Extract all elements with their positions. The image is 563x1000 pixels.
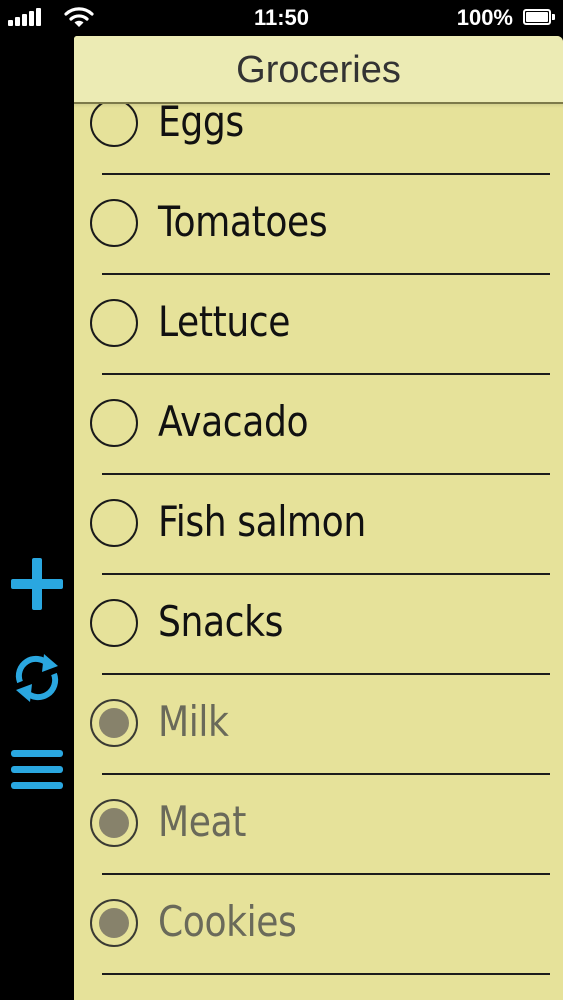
checked-circle-icon[interactable] <box>90 699 138 747</box>
item-label: Fish salmon <box>158 497 366 546</box>
unchecked-circle-icon[interactable] <box>90 599 138 647</box>
item-label: Milk <box>158 697 229 746</box>
item-list: Eggs Tomatoes Lettuce Avacado Fish salmon Sna… <box>74 74 563 975</box>
menu-button[interactable] <box>8 740 66 800</box>
app-screen: 11:50 100% Eggs Tomatoes Lettuce Avacado… <box>0 0 563 1000</box>
item-label: Tomatoes <box>158 197 328 246</box>
checked-circle-icon[interactable] <box>90 899 138 947</box>
row-divider <box>102 973 550 975</box>
item-label: Lettuce <box>158 297 291 346</box>
list-item[interactable]: Cookies <box>74 874 563 975</box>
checked-circle-icon[interactable] <box>90 799 138 847</box>
plus-icon <box>11 558 63 610</box>
list-item[interactable]: Milk <box>74 674 563 775</box>
list-item[interactable]: Fish salmon <box>74 474 563 575</box>
check-dot-icon <box>99 808 129 838</box>
sync-button[interactable] <box>8 648 66 708</box>
item-label: Meat <box>158 797 246 846</box>
unchecked-circle-icon[interactable] <box>90 399 138 447</box>
check-dot-icon <box>99 708 129 738</box>
unchecked-circle-icon[interactable] <box>90 299 138 347</box>
battery-icon <box>523 9 555 25</box>
unchecked-circle-icon[interactable] <box>90 199 138 247</box>
list-item[interactable]: Tomatoes <box>74 174 563 275</box>
battery-percent: 100% <box>456 5 513 30</box>
list-item[interactable]: Snacks <box>74 574 563 675</box>
note-paper: Eggs Tomatoes Lettuce Avacado Fish salmon Sna… <box>74 36 563 1000</box>
unchecked-circle-icon[interactable] <box>90 499 138 547</box>
hamburger-icon <box>11 750 63 789</box>
item-label: Avacado <box>158 397 309 446</box>
list-item[interactable]: Lettuce <box>74 274 563 375</box>
status-bar: 11:50 100% <box>0 0 563 34</box>
note-header: Groceries <box>74 36 563 104</box>
header-shadow <box>74 104 563 108</box>
list-item[interactable]: Avacado <box>74 374 563 475</box>
note-title: Groceries <box>236 49 401 91</box>
add-button[interactable] <box>8 554 66 614</box>
sidebar <box>0 34 74 1000</box>
list-item[interactable]: Meat <box>74 774 563 875</box>
item-label: Snacks <box>158 597 283 646</box>
check-dot-icon <box>99 908 129 938</box>
item-label: Cookies <box>158 897 297 946</box>
